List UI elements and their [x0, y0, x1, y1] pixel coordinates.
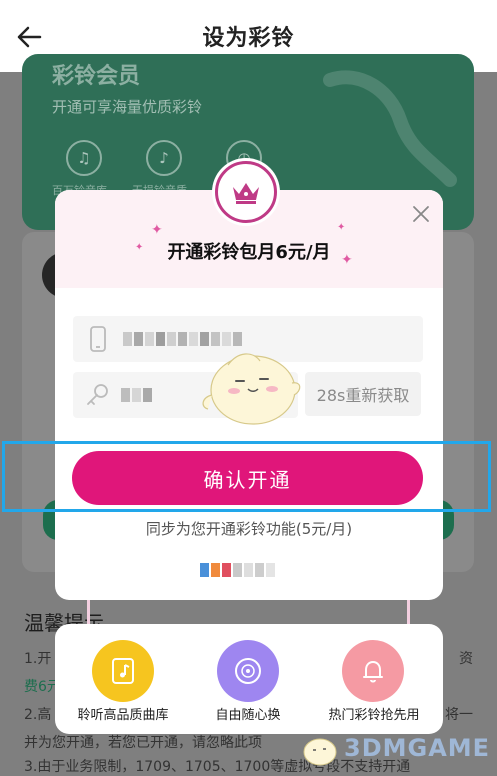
dialog-title: 开通彩铃包月6元/月	[167, 242, 331, 263]
benefit-label: 聆听高品质曲库	[77, 708, 169, 723]
decorative-hand-icon	[323, 70, 457, 187]
sparkle-icon: ✦	[341, 252, 353, 268]
tip-line: 2.高	[24, 707, 52, 723]
benefit-label: 热门彩铃抢先用	[328, 708, 420, 723]
sparkle-icon: ✦	[151, 222, 163, 238]
crown-badge	[212, 158, 280, 226]
blurred-brand-logo	[200, 563, 280, 581]
sparkle-icon: ✦	[135, 242, 144, 253]
confirm-subscribe-button[interactable]: 确认开通	[72, 451, 423, 505]
masked-phone-number	[123, 332, 242, 346]
back-arrow-icon[interactable]	[14, 22, 44, 52]
decorative-string	[87, 600, 90, 626]
decorative-string	[407, 600, 410, 626]
watermark-text: 3DMGAME	[344, 734, 491, 762]
watermark-mascot-icon	[303, 738, 337, 766]
sparkle-icon: ✦	[337, 222, 346, 233]
page-title: 设为彩铃	[202, 26, 295, 51]
mascot-illustration	[202, 353, 301, 425]
tip-line: 并为您开通，若您已开通，请忽略此项	[24, 735, 262, 751]
music-note-icon: ♪	[146, 140, 182, 176]
site-watermark: 3DMGAME	[300, 728, 490, 768]
music-file-icon	[92, 640, 154, 702]
resend-code-button[interactable]: 28s重新获取	[305, 372, 421, 416]
close-icon[interactable]	[409, 202, 433, 226]
tip-line: 1.开	[24, 651, 52, 667]
bell-icon: ♫	[66, 140, 102, 176]
key-icon	[87, 384, 108, 405]
member-card-title: 彩铃会员	[52, 64, 141, 89]
tip-line: 将一	[445, 707, 473, 723]
phone-icon	[90, 326, 106, 352]
bell-icon	[342, 640, 404, 702]
sync-notice: 同步为您开通彩铃功能(5元/月)	[145, 520, 353, 538]
crown-icon	[233, 183, 259, 204]
tip-line: 资	[459, 651, 473, 667]
vinyl-disc-icon	[217, 640, 279, 702]
masked-code	[121, 388, 152, 402]
benefit-label: 自由随心换	[215, 708, 281, 723]
member-card-subtitle: 开通可享海量优质彩铃	[52, 98, 203, 116]
